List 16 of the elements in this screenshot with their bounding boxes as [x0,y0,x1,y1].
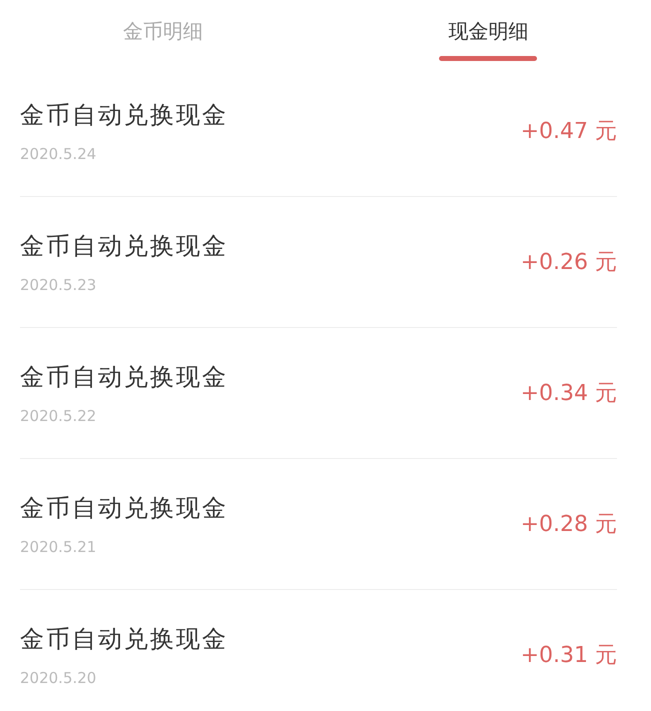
record-amount: +0.47 元 [520,118,617,146]
record-title: 金币自动兑换现金 [20,230,228,262]
record-title: 金币自动兑换现金 [20,492,228,524]
record-amount: +0.34 元 [520,380,617,408]
record-date: 2020.5.24 [20,144,98,165]
record-date: 2020.5.21 [20,536,98,558]
tab[interactable]: 现金明细 [444,16,532,46]
record-amount: +0.26 元 [520,248,617,276]
record-title: 金币自动兑换现金 [20,100,228,131]
record-amount: +0.28 元 [520,510,617,538]
record-amount: +0.31 元 [520,642,617,670]
record-date: 2020.5.22 [20,406,98,427]
record-title: 金币自动兑换现金 [20,624,228,655]
record-date: 2020.5.20 [20,668,98,689]
record-date: 2020.5.23 [20,274,98,296]
record-title: 金币自动兑换现金 [20,362,228,393]
